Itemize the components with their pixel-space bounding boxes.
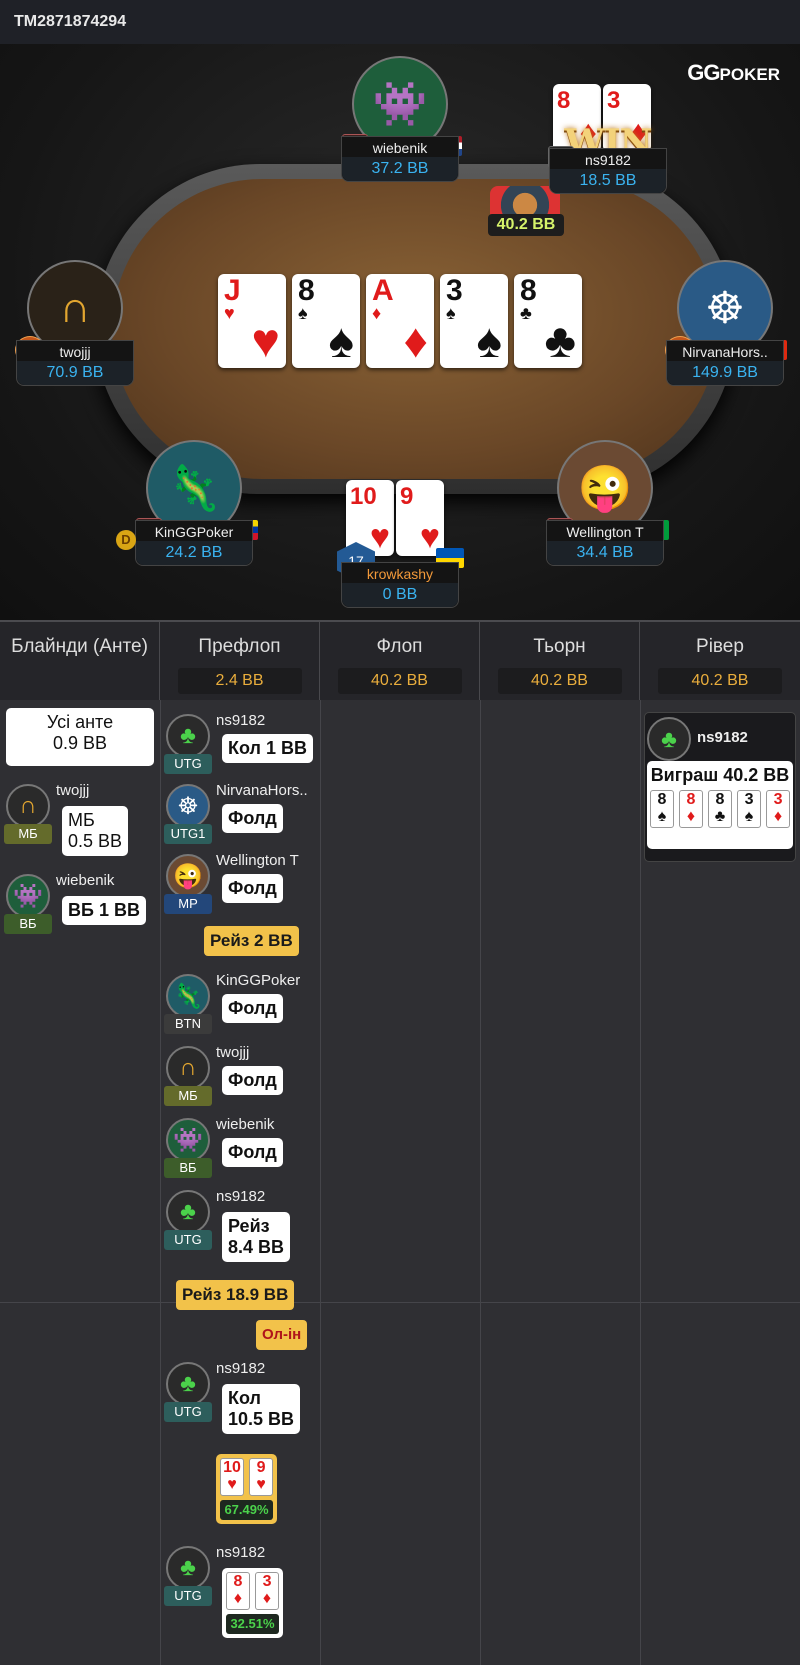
board-card-4: 3 ♠ ♠ xyxy=(440,274,508,368)
seat-wellington[interactable]: 😜 11 Wellington T34.4 BB xyxy=(545,440,669,566)
mini-card: 8 ♦ xyxy=(226,1572,250,1610)
hand-history-header: Блайнди (Анте) Префлоп 2.4 BB Флоп 40.2 BB… xyxy=(0,620,800,702)
player-name: ns9182 xyxy=(216,712,266,729)
hand-id-bar: TM2871874294 xyxy=(0,0,800,44)
position-badge: UTG xyxy=(164,1402,212,1422)
position-badge: UTG xyxy=(164,1230,212,1250)
board-card-1: J ♥ ♥ xyxy=(218,274,286,368)
hero-equity-box: 10 ♥ 9 ♥ 67.49% xyxy=(216,1454,278,1524)
mini-card: 8 ♠ xyxy=(649,790,674,828)
player-name: wiebenik xyxy=(56,872,115,889)
avatar-buddha-icon: ☸ xyxy=(166,784,210,828)
action-box: Фолд xyxy=(222,874,283,903)
seat-nirvana[interactable]: ☸ 50 NirvanaHors..149.9 BB xyxy=(665,260,787,386)
ggpoker-logo: GGPOKER xyxy=(687,60,780,85)
avatar-lizard-icon: 🦎 xyxy=(166,974,210,1018)
allin-marker: Ол-ін xyxy=(256,1320,308,1350)
avatar-clover-icon: ♣ xyxy=(166,1546,210,1590)
avatar-einstein-icon: 😜 xyxy=(166,854,210,898)
player-name: ns9182 xyxy=(216,1188,266,1205)
hand-id: TM2871874294 xyxy=(14,13,127,30)
col-preflop: Префлоп 2.4 BB xyxy=(160,622,320,702)
avatar-horseshoe-icon: ∩ xyxy=(6,784,50,828)
mini-card: 3 ♠ xyxy=(737,790,762,828)
avatar-horseshoe-icon: ∩ xyxy=(166,1046,210,1090)
avatar-clover-icon: ♣ xyxy=(166,1190,210,1234)
dealer-button-icon: D xyxy=(116,530,136,550)
col-river: Рівер 40.2 BB xyxy=(640,622,800,702)
community-cards: J ♥ ♥ 8 ♠ ♠ A ♦ ♦ 3 ♠ ♠ 8 ♣ ♣ xyxy=(218,274,582,368)
action-box: Кол 1 BB xyxy=(222,734,313,763)
action-box: Фолд xyxy=(222,1138,283,1167)
action-box: ВБ 1 BB xyxy=(62,896,146,925)
avatar-monster-icon: 👾 xyxy=(6,874,50,918)
seat-kinggpoker[interactable]: 🦎 33 KinGGPoker24.2 BB xyxy=(134,440,258,566)
action-box: Рейз 8.4 BB xyxy=(222,1212,291,1262)
mini-card: 3 ♦ xyxy=(766,790,791,828)
seat-twojjj[interactable]: ∩ 83 twojjj70.9 BB xyxy=(15,260,135,386)
raise-marker: Рейз 18.9 BB xyxy=(176,1280,295,1310)
seat-wiebenik[interactable]: 👾 17 wiebenik37.2 BB xyxy=(340,56,462,182)
position-badge: ВБ xyxy=(164,1158,212,1178)
position-badge: МБ xyxy=(4,824,52,844)
mini-card: 10 ♥ xyxy=(220,1458,244,1496)
seat-ns9182[interactable]: 0 ns918218.5 BB xyxy=(548,146,668,194)
player-name: ns9182 xyxy=(216,1544,266,1561)
player-name: ns9182 xyxy=(216,1360,266,1377)
action-box: МБ 0.5 BB xyxy=(62,806,129,856)
river-result-panel: ♣ ns9182 Виграш 40.2 BB 8 ♠ 8 ♦ 8 ♣ 3 ♠ 3 ♦ xyxy=(644,712,796,862)
position-badge: MP xyxy=(164,894,212,914)
board-card-2: 8 ♠ ♠ xyxy=(292,274,360,368)
col-blinds: Блайнди (Анте) xyxy=(0,622,160,702)
col-turn: Тьорн 40.2 BB xyxy=(480,622,640,702)
position-badge: МБ xyxy=(164,1086,212,1106)
col-flop: Флоп 40.2 BB xyxy=(320,622,480,702)
action-box: Фолд xyxy=(222,804,283,833)
villain-equity-box: 8 ♦ 3 ♦ 32.51% xyxy=(222,1568,284,1638)
position-badge: ВБ xyxy=(4,914,52,934)
antes-box: Усі анте 0.9 BB xyxy=(6,708,154,766)
hand-history-body: Усі анте 0.9 BB ∩ МБ twojjj МБ 0.5 BB 👾 ВБ… xyxy=(0,700,800,1665)
player-name: ns9182 xyxy=(697,729,748,746)
player-name: wiebenik xyxy=(216,1116,275,1133)
board-card-3: A ♦ ♦ xyxy=(366,274,434,368)
mini-card: 9 ♥ xyxy=(249,1458,274,1496)
position-badge: UTG xyxy=(164,754,212,774)
position-badge: UTG1 xyxy=(164,824,212,844)
equity-percent: 67.49% xyxy=(220,1500,274,1520)
avatar-clover-icon: ♣ xyxy=(166,714,210,758)
player-name: KinGGPoker xyxy=(216,972,301,989)
raise-marker: Рейз 2 BB xyxy=(204,926,299,956)
player-name: twojjj xyxy=(56,782,90,799)
mini-card: 8 ♣ xyxy=(708,790,732,828)
player-name: Wellington T xyxy=(216,852,299,869)
win-result-box: Виграш 40.2 BB 8 ♠ 8 ♦ 8 ♣ 3 ♠ 3 ♦ xyxy=(647,761,793,849)
pot-amount: 40.2 BB xyxy=(488,214,564,236)
mini-card: 3 ♦ xyxy=(255,1572,280,1610)
equity-percent: 32.51% xyxy=(226,1614,280,1634)
poker-table: GGPOKER J♥♥ 8♠♠ A♦♦ 3♠♠ 8♣♣ 40.2 BB 👾 17… xyxy=(0,44,800,620)
player-name: twojjj xyxy=(216,1044,250,1061)
avatar-clover-icon: ♣ xyxy=(647,717,691,761)
position-badge: BTN xyxy=(164,1014,212,1034)
action-box: Фолд xyxy=(222,994,283,1023)
mini-card: 8 ♦ xyxy=(678,790,703,828)
seat-krowkashy[interactable]: 17 krowkashy 0 BB xyxy=(337,542,464,608)
player-name: NirvanaHors.. xyxy=(216,782,308,799)
action-box: Фолд xyxy=(222,1066,283,1095)
avatar-monster-icon: 👾 xyxy=(166,1118,210,1162)
position-badge: UTG xyxy=(164,1586,212,1606)
board-card-5: 8 ♣ ♣ xyxy=(514,274,582,368)
avatar-clover-icon: ♣ xyxy=(166,1362,210,1406)
action-box: Кол 10.5 BB xyxy=(222,1384,301,1434)
